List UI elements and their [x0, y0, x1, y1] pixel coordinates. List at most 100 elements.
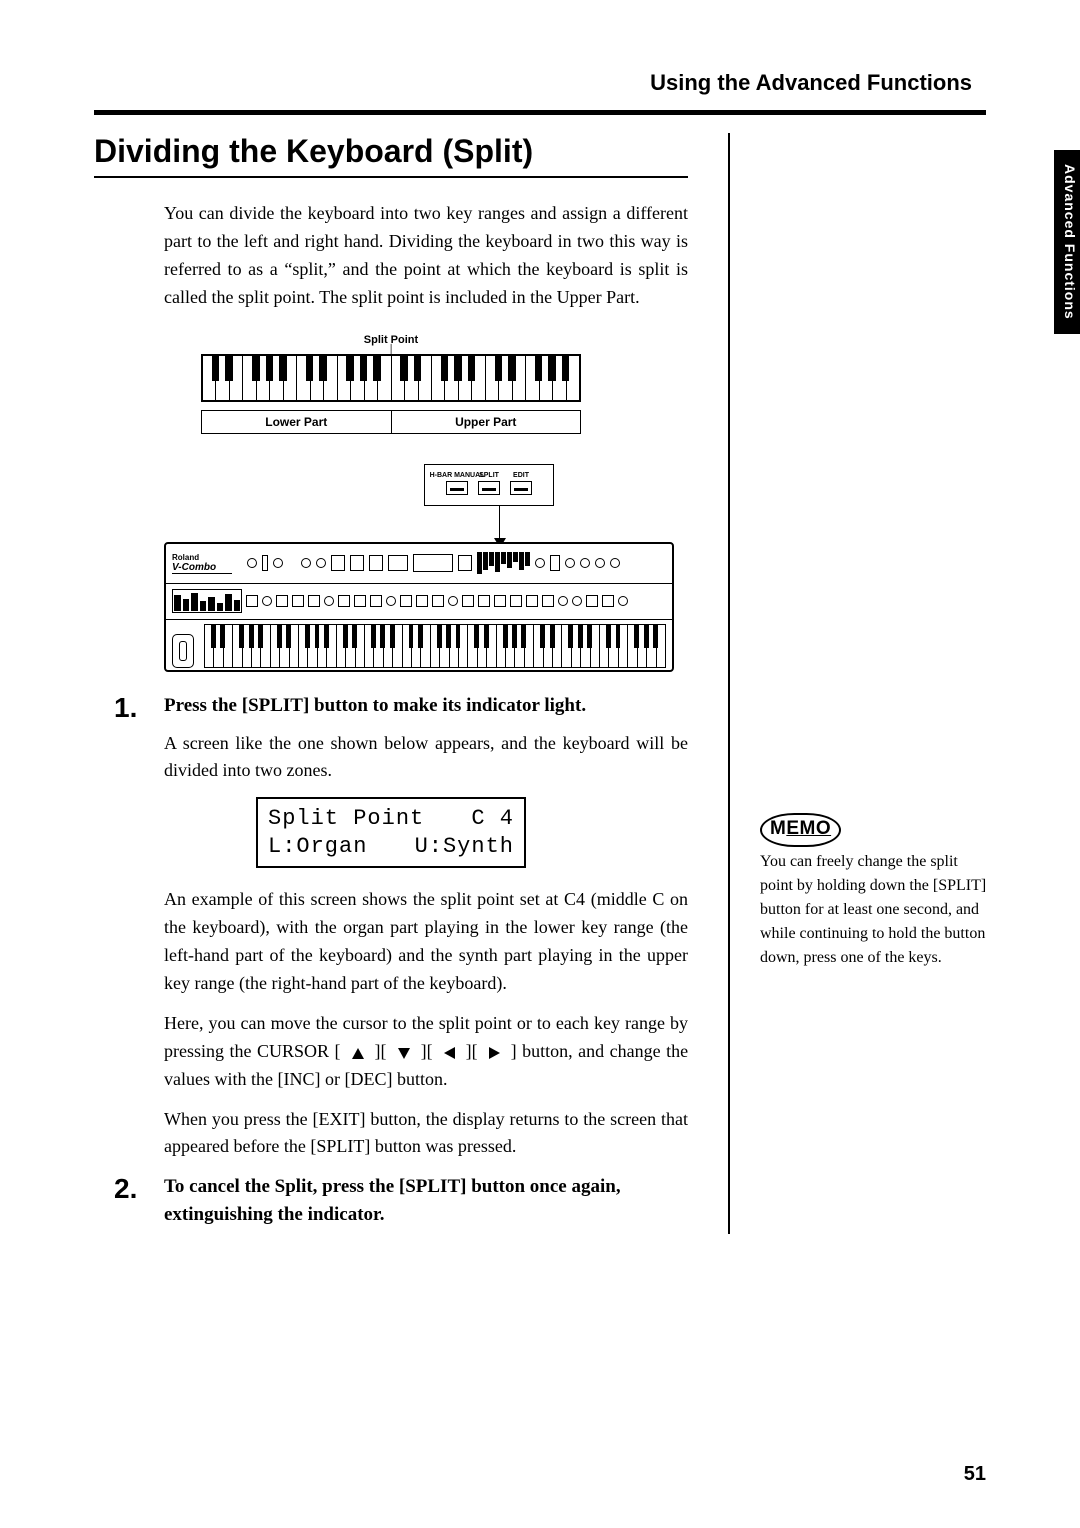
- cursor-left-icon: [444, 1047, 455, 1059]
- callout-pointer-icon: [499, 506, 501, 546]
- sq-icon: [542, 595, 554, 607]
- sq-icon: [308, 595, 320, 607]
- intro-paragraph: You can divide the keyboard into two key…: [164, 200, 688, 312]
- sq-icon: [602, 595, 614, 607]
- synth-panel-illustration: Roland V-Combo: [164, 464, 688, 672]
- memo-text: You can freely change the split point by…: [760, 850, 990, 970]
- sq-icon: [354, 595, 366, 607]
- small-box-icon: [262, 555, 268, 571]
- text: ][: [421, 1041, 433, 1061]
- knob-icon: [610, 558, 620, 568]
- knob-icon: [324, 596, 334, 606]
- small-box-icon: [550, 555, 560, 571]
- step-1-paragraph-3: Here, you can move the cursor to the spl…: [164, 1010, 688, 1094]
- lower-part-label: Lower Part: [202, 411, 392, 433]
- knob-icon: [580, 558, 590, 568]
- cursor-down-icon: [398, 1048, 410, 1059]
- sq-icon: [400, 595, 412, 607]
- small-box-icon: [458, 555, 472, 571]
- fader-group-icon: [172, 589, 242, 613]
- text: ][: [375, 1041, 387, 1061]
- knob-icon: [262, 596, 272, 606]
- upper-part-label: Upper Part: [392, 411, 581, 433]
- sq-icon: [432, 595, 444, 607]
- split-button-icon: [478, 481, 500, 495]
- knob-icon: [565, 558, 575, 568]
- memo-label-text: MEMO: [770, 818, 831, 839]
- page-number: 51: [964, 1463, 986, 1486]
- knob-icon: [316, 558, 326, 568]
- small-box-icon: [369, 555, 383, 571]
- step-1-paragraph-1: A screen like the one shown below appear…: [164, 730, 688, 786]
- synth-top-panel: Roland V-Combo: [166, 544, 672, 584]
- memo-block: MEMO You can freely change the split poi…: [760, 813, 990, 970]
- chapter-header: Using the Advanced Functions: [90, 70, 972, 96]
- synth-keys-row: [166, 620, 672, 672]
- knob-icon: [618, 596, 628, 606]
- cursor-up-icon: [352, 1048, 364, 1059]
- step-1-paragraph-2: An example of this screen shows the spli…: [164, 886, 688, 998]
- knob-icon: [247, 558, 257, 568]
- step-2-heading: To cancel the Split, press the [SPLIT] b…: [164, 1173, 688, 1228]
- lcd-line2-left: L:Organ: [268, 833, 367, 861]
- keyboard-split-diagram: Split Point │ Lower Part Upper Part: [201, 334, 581, 434]
- lcd-screen-display: Split Point C 4 L:Organ U:Synth: [256, 797, 526, 868]
- knob-icon: [273, 558, 283, 568]
- lcd-line2-right: U:Synth: [415, 833, 514, 861]
- lcd-line1-right: C 4: [471, 805, 514, 833]
- sq-icon: [462, 595, 474, 607]
- knob-icon: [386, 596, 396, 606]
- step-number-2: 2.: [114, 1173, 164, 1205]
- edit-button-icon: [510, 481, 532, 495]
- sq-icon: [510, 595, 522, 607]
- mini-keyboard-graphic: [204, 624, 666, 668]
- pitch-wheel-icon: [172, 634, 194, 668]
- step-2: 2. To cancel the Split, press the [SPLIT…: [114, 1173, 688, 1228]
- step-number-1: 1.: [114, 692, 164, 724]
- step-1: 1. Press the [SPLIT] button to make its …: [114, 692, 688, 724]
- header-rule: [94, 110, 986, 115]
- content-columns: Dividing the Keyboard (Split) You can di…: [90, 133, 990, 1234]
- small-box-icon: [388, 555, 408, 571]
- sq-icon: [338, 595, 350, 607]
- synth-mid-panel: [166, 584, 672, 620]
- text: ][: [466, 1041, 478, 1061]
- side-column: MEMO You can freely change the split poi…: [730, 133, 990, 1234]
- sq-icon: [478, 595, 490, 607]
- small-box-icon: [350, 555, 364, 571]
- synth-logo: Roland V-Combo: [172, 544, 242, 583]
- step-1-paragraph-4: When you press the [EXIT] button, the di…: [164, 1106, 688, 1162]
- lcd-icon: [413, 554, 453, 572]
- sq-icon: [494, 595, 506, 607]
- keyboard-graphic: [201, 354, 581, 402]
- drawbar-group-icon: [477, 552, 530, 574]
- synth-body: Roland V-Combo: [164, 542, 674, 672]
- split-point-label: Split Point: [201, 334, 581, 346]
- step-1-heading: Press the [SPLIT] button to make its ind…: [164, 692, 688, 720]
- model-label: V-Combo: [172, 562, 232, 574]
- sq-icon: [292, 595, 304, 607]
- sq-icon: [246, 595, 258, 607]
- sq-icon: [586, 595, 598, 607]
- part-labels: Lower Part Upper Part: [201, 410, 581, 434]
- small-box-icon: [331, 555, 345, 571]
- button-callout: [424, 464, 554, 506]
- document-page: Using the Advanced Functions Advanced Fu…: [0, 0, 1080, 1528]
- memo-label: MEMO: [760, 813, 841, 847]
- sq-icon: [416, 595, 428, 607]
- hbar-manual-button-icon: [446, 481, 468, 495]
- cursor-right-icon: [489, 1047, 500, 1059]
- knob-icon: [448, 596, 458, 606]
- sq-icon: [526, 595, 538, 607]
- knob-icon: [572, 596, 582, 606]
- brand-label: Roland: [172, 553, 242, 562]
- sq-icon: [370, 595, 382, 607]
- sq-icon: [276, 595, 288, 607]
- knob-icon: [535, 558, 545, 568]
- section-title: Dividing the Keyboard (Split): [94, 133, 688, 178]
- knob-icon: [558, 596, 568, 606]
- lcd-line1-left: Split Point: [268, 805, 424, 833]
- main-column: Dividing the Keyboard (Split) You can di…: [90, 133, 730, 1234]
- side-tab-advanced-functions: Advanced Functions: [1054, 150, 1080, 334]
- knob-icon: [595, 558, 605, 568]
